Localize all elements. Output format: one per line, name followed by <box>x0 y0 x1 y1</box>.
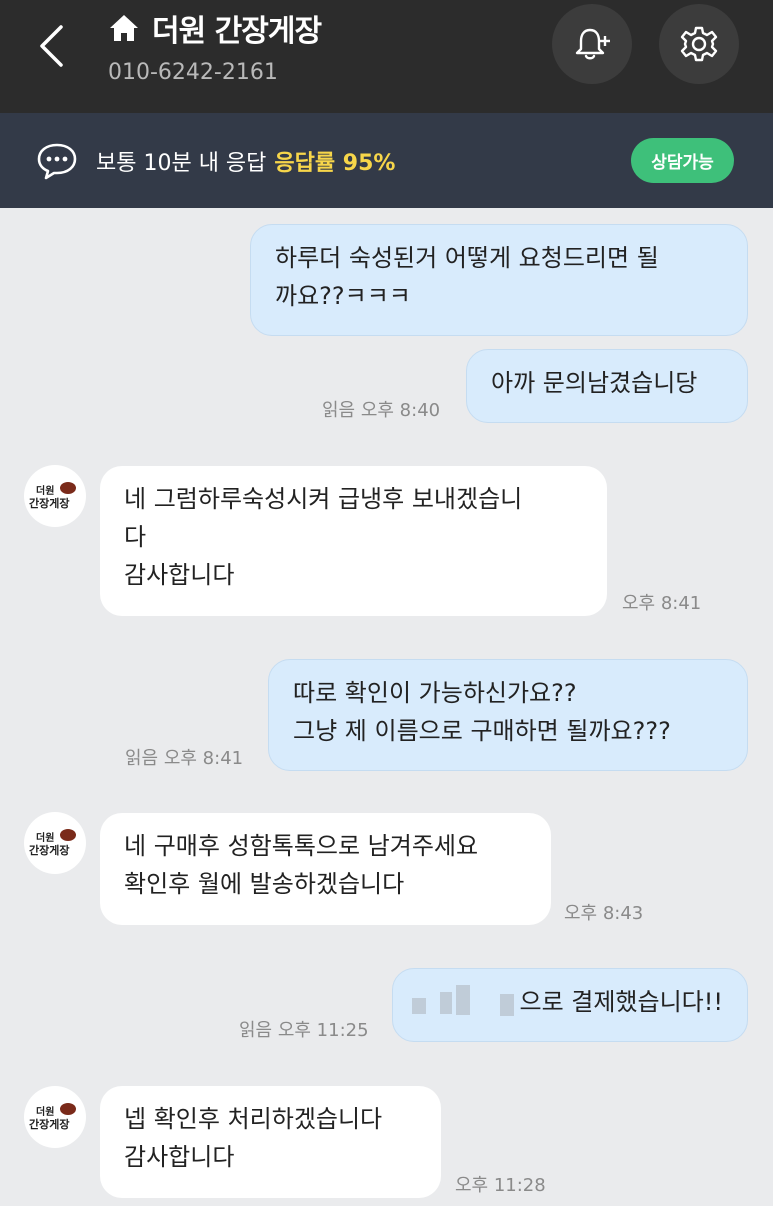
avatar[interactable]: 더원 간장게장 <box>24 1086 86 1148</box>
chevron-left-icon <box>40 25 63 67</box>
bell-plus-icon <box>575 28 610 60</box>
message-line: 다 <box>124 523 147 551</box>
message-line: 그냥 제 이름으로 구매하면 될까요??? <box>293 717 671 745</box>
shop-logo-icon: 더원 간장게장 <box>29 829 76 857</box>
svg-text:더원: 더원 <box>36 484 54 497</box>
message-meta: 오후 11:28 <box>455 1175 546 1196</box>
response-rate: 응답률 95% <box>274 151 396 176</box>
message-bubble-received[interactable]: 넵 확인후 처리하겠습니다 감사합니다 <box>100 1086 441 1198</box>
message-line: 따로 확인이 가능하신가요?? <box>293 679 577 707</box>
svg-text:간장게장: 간장게장 <box>29 1117 69 1131</box>
message-bubble-sent[interactable]: 아까 문의남겼습니당 <box>466 349 748 423</box>
response-label: 보통 10분 내 응답 <box>96 151 267 176</box>
svg-text:간장게장: 간장게장 <box>29 496 69 510</box>
message-bubble-sent[interactable]: 하루더 숙성된거 어떻게 요청드리면 될 까요??ㅋㅋㅋ <box>250 224 748 336</box>
page-title[interactable]: 더원 간장게장 <box>152 6 322 50</box>
message-bubble-sent[interactable]: 따로 확인이 가능하신가요?? 그냥 제 이름으로 구매하면 될까요??? <box>268 659 748 771</box>
home-icon <box>110 15 138 41</box>
redacted-block <box>440 992 452 1014</box>
message-bubble-received[interactable]: 네 구매후 성함톡톡으로 남겨주세요 확인후 월에 발송하겠습니다 <box>100 813 551 925</box>
settings-button[interactable] <box>659 4 739 84</box>
message-line: 넵 확인후 처리하겠습니다 <box>124 1105 383 1133</box>
message-meta: 읽음 오후 8:41 <box>125 748 244 769</box>
chat-bubble-icon <box>37 143 77 180</box>
gear-icon <box>680 26 718 62</box>
svg-text:더원: 더원 <box>36 1105 54 1118</box>
response-info-bar: 보통 10분 내 응답 응답률 95% 상담가능 <box>0 113 773 208</box>
redacted-block <box>412 998 426 1014</box>
phone-number[interactable]: 010-6242-2161 <box>108 60 278 85</box>
redacted-block <box>456 985 470 1015</box>
message-line: 네 구매후 성함톡톡으로 남겨주세요 <box>124 832 479 860</box>
shop-logo-icon: 더원 간장게장 <box>29 1103 76 1131</box>
message-line: 감사합니다 <box>124 561 235 589</box>
message-bubble-received[interactable]: 네 그럼하루숙성시켜 급냉후 보내겠습니 다 감사합니다 <box>100 466 607 616</box>
shop-logo-icon: 더원 간장게장 <box>29 482 76 510</box>
message-meta: 읽음 오후 11:25 <box>239 1020 369 1041</box>
chat-header: 더원 간장게장 010-6242-2161 <box>0 0 773 113</box>
message-line: 네 그럼하루숙성시켜 급냉후 보내겠습니 <box>124 485 523 513</box>
message-meta: 읽음 오후 8:40 <box>322 400 441 421</box>
notification-add-button[interactable] <box>552 4 632 84</box>
svg-text:간장게장: 간장게장 <box>29 843 69 857</box>
title-row: 더원 간장게장 <box>108 6 322 50</box>
back-button[interactable] <box>26 18 76 74</box>
avatar[interactable]: 더원 간장게장 <box>24 812 86 874</box>
message-line: 하루더 숙성된거 어떻게 요청드리면 될 <box>275 244 659 272</box>
svg-text:더원: 더원 <box>36 831 54 844</box>
redacted-block <box>500 994 514 1016</box>
message-line: 아까 문의남겼습니당 <box>491 369 698 397</box>
status-badge: 상담가능 <box>631 138 734 183</box>
avatar[interactable]: 더원 간장게장 <box>24 465 86 527</box>
message-meta: 오후 8:43 <box>564 903 644 924</box>
message-line: 확인후 월에 발송하겠습니다 <box>124 870 405 898</box>
message-meta: 오후 8:41 <box>622 593 702 614</box>
response-time-text: 보통 10분 내 응답 응답률 95% <box>96 145 395 177</box>
message-line: 까요??ㅋㅋㅋ <box>275 282 411 310</box>
message-line: 감사합니다 <box>124 1143 235 1171</box>
